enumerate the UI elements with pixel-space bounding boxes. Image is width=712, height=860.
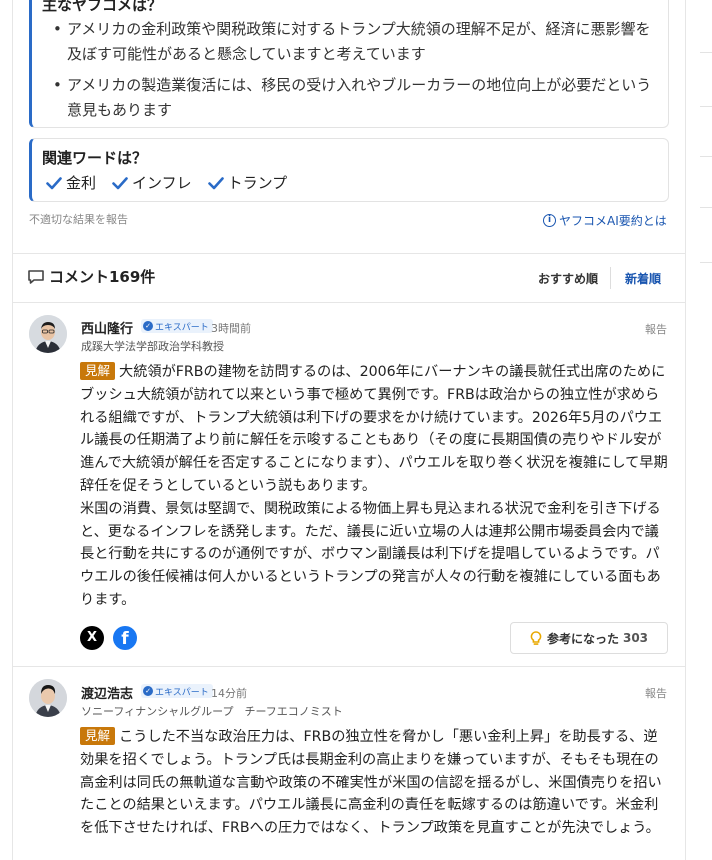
comment-paragraph: こうした不当な政治圧力は、FRBの独立性を脅かし「悪い金利上昇」を助長する、逆効… — [80, 729, 662, 837]
verified-check-icon: ✓ — [143, 321, 153, 331]
expert-badge: ✓ エキスパート — [141, 319, 213, 333]
comment-time: 3時間前 — [211, 322, 251, 335]
avatar-photo — [29, 315, 67, 353]
comment-paragraph: 大統領がFRBの建物を訪問するのは、2006年にバーナンキの議長就任式出席のため… — [80, 364, 668, 494]
ai-summary-link[interactable]: i ヤフコメAI要約とは — [543, 212, 667, 229]
ai-summary-label: ヤフコメAI要約とは — [559, 214, 667, 228]
opinion-tag: 見解 — [80, 362, 116, 380]
comments-title: コメント169件 — [49, 268, 156, 286]
summary-item: アメリカの金利政策や関税政策に対するトランプ大統領の理解不足が、経済に悪影響を及… — [42, 17, 662, 67]
sort-divider — [610, 267, 611, 289]
expert-badge-label: エキスパート — [155, 322, 209, 333]
comment-time: 14分前 — [211, 687, 247, 700]
related-word[interactable]: トランプ — [207, 172, 288, 193]
helpful-label: 参考になった — [546, 631, 619, 646]
helpful-count: 303 — [622, 631, 649, 645]
report-link[interactable]: 報告 — [645, 321, 667, 337]
verified-check-icon: ✓ — [143, 686, 153, 696]
sort-recommended-tab[interactable]: おすすめ順 — [538, 270, 598, 287]
author-affiliation: 成蹊大学法学部政治学科教授 — [81, 340, 224, 353]
related-words-list: 金利 インフレ トランプ — [46, 172, 287, 193]
author-name[interactable]: 渡辺浩志 — [81, 683, 133, 702]
lightbulb-icon — [530, 630, 542, 645]
related-words-box: 関連ワードは？ 金利 インフレ トランプ — [29, 138, 669, 202]
expert-badge: ✓ エキスパート — [141, 684, 213, 698]
related-words-title: 関連ワードは？ — [42, 149, 148, 167]
comment-body: 見解 こうした不当な政治圧力は、FRBの独立性を脅かし「悪い金利上昇」を助長する、… — [80, 726, 668, 860]
helpful-button[interactable]: 参考になった 303 — [510, 622, 668, 654]
author-affiliation: ソニーフィナンシャルグループ チーフエコノミスト — [81, 705, 343, 718]
related-word-label: 金利 — [66, 174, 97, 192]
summary-list: アメリカの金利政策や関税政策に対するトランプ大統領の理解不足が、経済に悪影響を及… — [42, 17, 662, 129]
share-x-button[interactable]: X — [80, 626, 104, 650]
comment-paragraph: 米国の消費、景気は堅調で、関税政策による物価上昇も見込まれる状況で金利を引き下げ… — [80, 500, 661, 608]
check-icon — [112, 176, 128, 189]
divider — [13, 253, 685, 254]
comment-body: 見解 大統領がFRBの建物を訪問するのは、2006年にバーナンキの議長就任式出席の… — [80, 361, 668, 612]
check-icon — [46, 176, 62, 189]
avatar[interactable] — [29, 315, 67, 353]
related-word-label: トランプ — [227, 174, 288, 192]
author-name[interactable]: 西山隆行 — [81, 318, 133, 337]
sort-newest-tab[interactable]: 新着順 — [625, 270, 661, 287]
summary-item: アメリカの製造業復活には、移民の受け入れやブルーカラーの地位向上が必要だという意… — [42, 73, 662, 123]
avatar-photo — [29, 679, 67, 717]
report-link[interactable]: 報告 — [645, 685, 667, 701]
related-word-label: インフレ — [132, 174, 192, 192]
report-inappropriate-link[interactable]: 不適切な結果を報告 — [29, 211, 128, 227]
divider — [13, 666, 685, 667]
info-icon: i — [543, 214, 556, 227]
expert-badge-label: エキスパート — [155, 687, 209, 698]
comment-bubble-icon — [28, 269, 44, 284]
summary-box: 主なヤフコメは？ アメリカの金利政策や関税政策に対するトランプ大統領の理解不足が… — [29, 0, 669, 128]
share-facebook-button[interactable]: f — [113, 626, 137, 650]
right-column-edge — [700, 0, 712, 860]
avatar[interactable] — [29, 679, 67, 717]
check-icon — [207, 176, 224, 189]
related-word[interactable]: インフレ — [112, 172, 192, 193]
summary-title: 主なヤフコメは？ — [42, 0, 163, 14]
related-word[interactable]: 金利 — [46, 172, 96, 193]
divider — [13, 302, 685, 303]
opinion-tag: 見解 — [80, 727, 116, 745]
comments-header: コメント169件 — [27, 266, 155, 287]
